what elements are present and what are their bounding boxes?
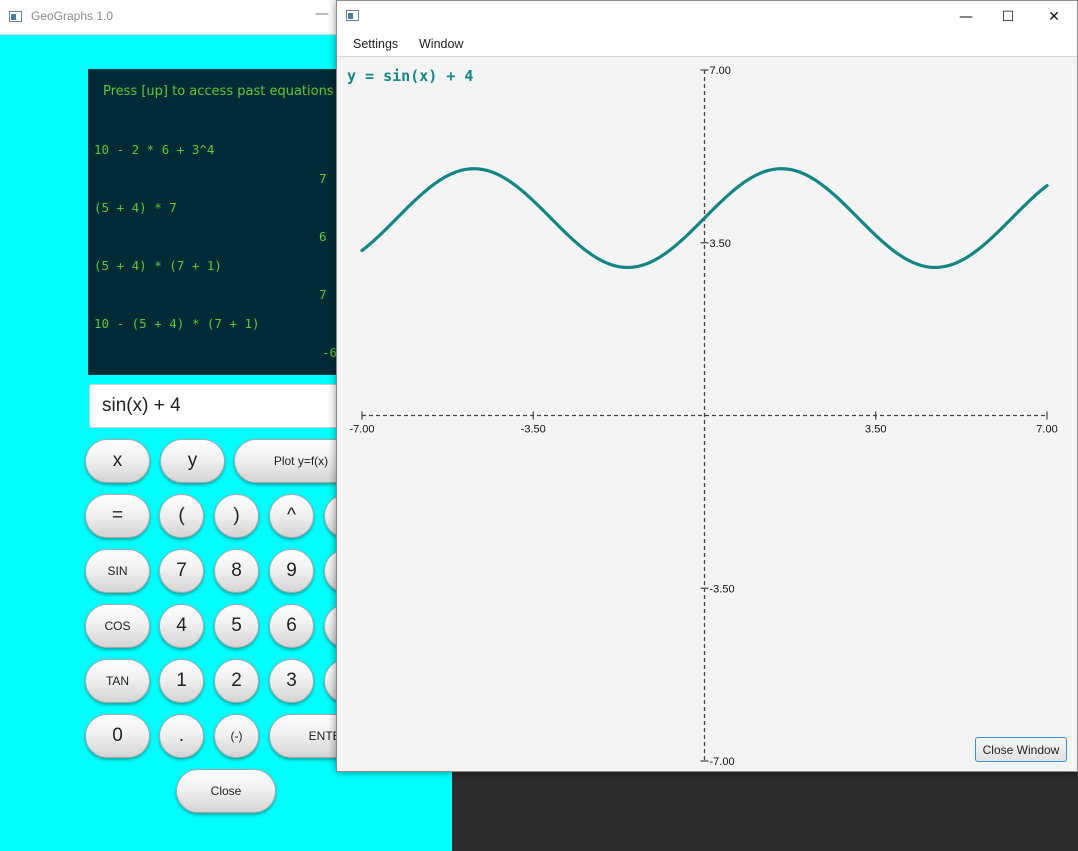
history-result: 7 [319,287,327,302]
menu-window[interactable]: Window [419,37,463,51]
x-button[interactable]: x [85,439,150,483]
calculator-title: GeoGraphs 1.0 [31,9,114,23]
y-tick-label: 3.50 [710,238,731,250]
negate-button[interactable]: (-) [214,714,259,758]
digit-6-button[interactable]: 6 [269,604,314,648]
equation-label: y = sin(x) + 4 [347,67,474,85]
graph-titlebar[interactable]: — ☐ ✕ [337,1,1077,32]
close-window-button[interactable]: Close Window [975,737,1067,762]
close-icon[interactable]: ✕ [1031,1,1077,32]
digit-9-button[interactable]: 9 [269,549,314,593]
y-tick-label: 7.00 [710,65,731,77]
tan-button[interactable]: TAN [85,659,150,703]
history-expression: 10 - (5 + 4) * (7 + 1) [94,316,260,331]
digit-3-button[interactable]: 3 [269,659,314,703]
y-tick-label: -7.00 [710,756,735,768]
x-tick-label: -7.00 [349,424,374,436]
close-button[interactable]: Close [176,769,276,813]
cos-button[interactable]: COS [85,604,150,648]
graph-app-icon [346,10,359,21]
decimal-button[interactable]: . [159,714,204,758]
history-expression: (5 + 4) * 7 [94,200,177,215]
digit-4-button[interactable]: 4 [159,604,204,648]
x-tick-label: 7.00 [1036,424,1057,436]
graph-window: — ☐ ✕ Settings Window -7.00 -3.50 3.50 7.00… [336,0,1078,772]
digit-2-button[interactable]: 2 [214,659,259,703]
digit-8-button[interactable]: 8 [214,549,259,593]
digit-5-button[interactable]: 5 [214,604,259,648]
y-button[interactable]: y [160,439,225,483]
history-result: 7 [319,171,327,186]
function-plot: -7.00 -3.50 3.50 7.00 7.00 3.50 -3.50 -7.00 [349,65,1057,768]
history-result: 6 [319,229,327,244]
digit-7-button[interactable]: 7 [159,549,204,593]
app-icon [9,11,22,22]
digit-0-button[interactable]: 0 [85,714,150,758]
menu-settings[interactable]: Settings [353,37,398,51]
history-result: -6 [322,345,338,360]
x-tick-label: 3.50 [865,424,886,436]
digit-1-button[interactable]: 1 [159,659,204,703]
history-expression: 10 - 2 * 6 + 3^4 [94,142,215,157]
y-tick-label: -3.50 [710,583,735,595]
plot-area: -7.00 -3.50 3.50 7.00 7.00 3.50 -3.50 -7.00 y =… [337,57,1077,771]
minimize-icon[interactable]: — [943,1,989,32]
menu-bar: Settings Window [337,32,1077,57]
maximize-icon[interactable]: ☐ [985,1,1031,32]
history-hint: Press [up] to access past equations [103,84,334,99]
right-paren-button[interactable]: ) [214,494,259,538]
x-tick-label: -3.50 [521,424,546,436]
sin-button[interactable]: SIN [85,549,150,593]
history-expression: (5 + 4) * (7 + 1) [94,258,222,273]
equals-button[interactable]: = [85,494,150,538]
left-paren-button[interactable]: ( [159,494,204,538]
minimize-icon[interactable]: — [315,6,329,22]
power-button[interactable]: ^ [269,494,314,538]
